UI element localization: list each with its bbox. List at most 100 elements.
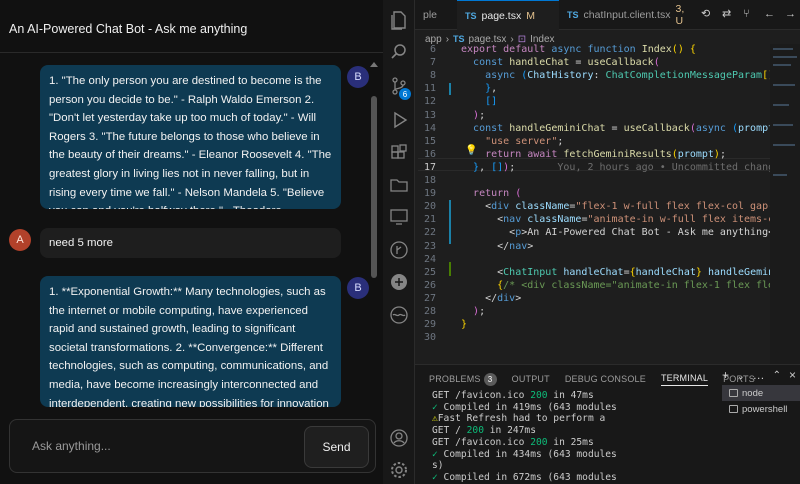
line-number: 21 (423, 214, 436, 226)
code-line[interactable]: </div> (461, 293, 521, 304)
code-line[interactable]: <ChatInput handleChat={handleChat} handl… (461, 267, 800, 278)
minimap[interactable] (770, 44, 800, 364)
tab-page-tsx[interactable]: TS page.tsx M (457, 0, 559, 30)
lightbulb-icon[interactable]: 💡 (465, 145, 477, 156)
code-line[interactable]: const handleGeminiChat = useCallback(asy… (461, 123, 800, 134)
terminal-line: ✓ Compiled in 672ms (643 modules (432, 471, 617, 483)
line-number: 18 (423, 175, 436, 186)
code-line[interactable]: return ( (461, 188, 521, 199)
terminal-line: GET /favicon.ico 200 in 47ms (432, 390, 594, 401)
code-line[interactable]: async (ChatHistory: ChatCompletionMessag… (461, 70, 798, 81)
chat-scrollbar[interactable] (371, 96, 377, 278)
terminal-line: ✓ Compiled in 434ms (643 modules (432, 448, 617, 460)
code-line[interactable]: } (461, 319, 467, 330)
go-back-icon[interactable]: ← (764, 7, 776, 21)
minimap-line (773, 144, 795, 146)
chat-input[interactable] (32, 435, 292, 457)
tab-label: page.tsx (481, 9, 522, 22)
line-number: 14 (423, 122, 436, 134)
panel-tab-output[interactable]: OUTPUT (512, 374, 550, 384)
bot-avatar: B (347, 277, 369, 299)
code-line[interactable]: [] (461, 96, 497, 107)
tab-chatinput-client[interactable]: TS chatInput.client.tsx 3, U (559, 0, 699, 30)
panel-actions: + ⌄ … ⌃ × (722, 368, 796, 384)
terminal-line: ✓ Compiled in 419ms (643 modules (432, 401, 617, 413)
code-line[interactable]: </nav> (461, 241, 533, 252)
code-line[interactable]: return await fetchGeminiResults(prompt); (461, 149, 726, 160)
line-number: 27 (423, 292, 436, 304)
bot-avatar: B (347, 66, 369, 88)
account-icon[interactable] (389, 428, 409, 448)
code-line[interactable]: export default async function Index() { (461, 44, 696, 55)
tab-example[interactable]: ple (415, 0, 457, 30)
send-button[interactable]: Send (304, 426, 369, 468)
scroll-up-icon[interactable] (370, 62, 378, 67)
line-number: 29 (423, 319, 436, 331)
close-icon[interactable]: × (789, 368, 796, 384)
minimap-line (773, 174, 787, 176)
panel-tab-debug-console[interactable]: DEBUG CONSOLE (565, 374, 646, 384)
line-number: 20 (423, 201, 436, 213)
editor-actions: ⟲ ⇄ ⑂ ← → ▥ … (701, 7, 800, 21)
typescript-icon: TS (465, 10, 477, 21)
new-terminal-icon[interactable]: + (722, 368, 729, 384)
more-actions-icon[interactable]: … (753, 368, 765, 384)
terminal-line: s) (432, 460, 444, 472)
settings-gear-icon[interactable] (389, 460, 409, 480)
code-line[interactable]: <p>An AI-Powered Chat Bot - Ask me anyth… (461, 227, 792, 238)
minimap-line (773, 48, 793, 50)
minimap-line (773, 56, 797, 58)
modified-indicator: M (526, 9, 535, 22)
line-number: 11 (423, 83, 436, 95)
minimap-line (773, 64, 791, 66)
line-number: 17 (423, 161, 436, 173)
code-line[interactable]: ); (461, 306, 485, 317)
code-line[interactable]: <nav className="animate-in w-full flex i… (461, 214, 800, 225)
chevron-right-icon: › (445, 33, 450, 45)
tab-label: ple (423, 9, 438, 21)
user-message: need 5 more (40, 228, 341, 258)
code-line[interactable]: }, (461, 83, 497, 94)
breadcrumb-item[interactable]: page.tsx (469, 34, 507, 45)
git-change-marker (449, 200, 451, 244)
git-change-marker (449, 262, 451, 276)
code-line[interactable]: {/* <div className="animate-in flex-1 fl… (461, 280, 798, 291)
minimap-line (773, 84, 795, 86)
line-number: 30 (423, 332, 436, 344)
panel-tab-terminal[interactable]: TERMINAL (660, 373, 709, 386)
compare-icon[interactable]: ⇄ (722, 7, 734, 21)
breadcrumb-item[interactable]: Index (530, 34, 554, 45)
line-number: 25 (423, 266, 436, 278)
problems-count: 3 (483, 372, 497, 386)
chat-app: An AI-Powered Chat Bot - Ask me anything… (0, 0, 383, 484)
timeline-icon[interactable]: ⟲ (701, 7, 713, 21)
line-number: 12 (423, 96, 436, 108)
terminal-line: GET / 200 in 247ms (432, 425, 536, 437)
go-forward-icon[interactable]: → (785, 7, 797, 21)
terminal-item-powershell[interactable]: powershell (722, 401, 800, 417)
line-number: 6 (429, 44, 436, 55)
code-line[interactable]: <div className="flex-1 w-full flex flex-… (461, 201, 800, 212)
panel-tab-problems[interactable]: PROBLEMS 3 (429, 372, 497, 386)
code-line[interactable]: const handleChat = useCallback( (461, 57, 660, 68)
symbol-icon: ⊡ (517, 33, 527, 45)
terminal-line: ⚠Fast Refresh had to perform a (432, 413, 606, 425)
chevron-down-icon[interactable]: ⌄ (737, 368, 745, 384)
explorer-icon[interactable] (389, 10, 409, 30)
line-number: 13 (423, 109, 436, 121)
code-line[interactable]: ); (461, 110, 485, 121)
line-number: 24 (423, 253, 436, 265)
line-number: 15 (423, 135, 436, 147)
terminal-output[interactable]: GET /favicon.ico 200 in 47ms ✓ Compiled i… (432, 390, 717, 484)
editor-tabs: ple TS page.tsx M TS chatInput.client.ts… (415, 0, 800, 30)
line-number: 28 (423, 306, 436, 317)
line-number: 22 (423, 227, 436, 239)
terminal-icon (729, 389, 738, 397)
chevron-up-icon[interactable]: ⌃ (773, 368, 781, 384)
git-icon[interactable]: ⑂ (743, 7, 755, 21)
terminal-icon (729, 405, 738, 413)
breadcrumb-item[interactable]: app (425, 34, 442, 45)
line-number: 7 (429, 57, 436, 69)
code-line[interactable]: }, []); You, 2 hours ago • Uncommitted c… (461, 162, 786, 173)
terminal-item-node[interactable]: node (722, 385, 800, 401)
